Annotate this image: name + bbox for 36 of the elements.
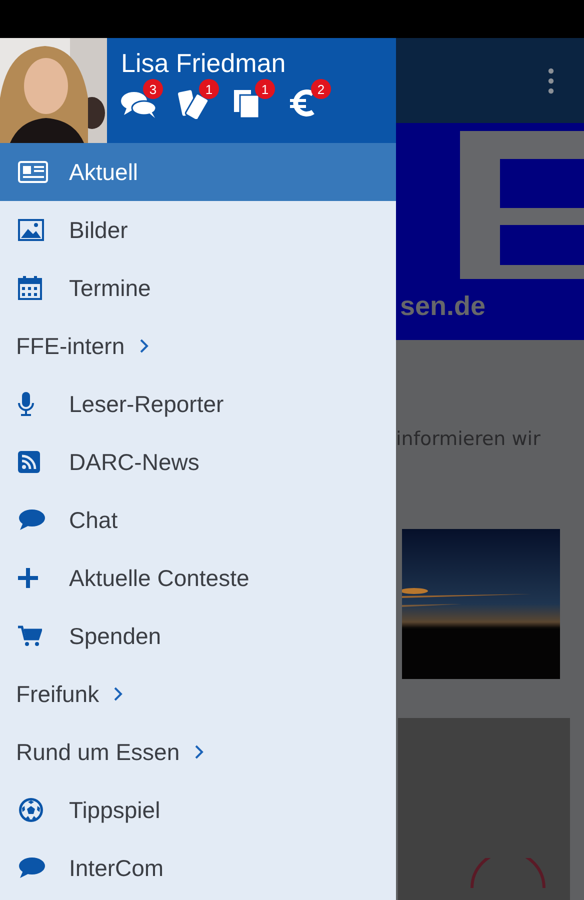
menu-item[interactable]: DARC-News: [0, 433, 396, 491]
chevron-right-icon: [138, 338, 149, 354]
soccer-ball-icon: [18, 797, 44, 823]
menu-item[interactable]: Bilder: [0, 201, 396, 259]
plus-icon: [18, 568, 38, 588]
newspaper-icon: [18, 161, 48, 183]
menu-item[interactable]: Aktuell: [0, 143, 396, 201]
menu-item[interactable]: Tippspiel: [0, 781, 396, 839]
count-badge: 1: [255, 79, 275, 99]
menu-item[interactable]: Spenden: [0, 607, 396, 665]
chat-bubble-icon: [18, 509, 46, 531]
copy-icon: [233, 87, 261, 119]
euro-icon: [289, 87, 317, 119]
rss-icon: [18, 451, 40, 473]
letter-logo-icon: [460, 131, 584, 279]
menu-section[interactable]: FFE-intern: [0, 317, 396, 375]
cart-icon: [18, 625, 42, 647]
count-badge: 2: [311, 79, 331, 99]
menu-item[interactable]: Leser-Reporter: [0, 375, 396, 433]
more-icon[interactable]: [548, 68, 554, 94]
menu-item[interactable]: Chat: [0, 491, 396, 549]
menu-section[interactable]: Rund um Essen: [0, 723, 396, 781]
count-badge: 3: [143, 79, 163, 99]
chevron-right-icon: [194, 744, 204, 760]
user-name: Lisa Friedman: [121, 48, 287, 79]
calendar-icon: [18, 276, 42, 300]
chat-bubble-icon: [18, 857, 46, 879]
menu-item[interactable]: Aktuelle Conteste: [0, 549, 396, 607]
menu-item[interactable]: InterCom: [0, 839, 396, 897]
menu-item[interactable]: Termine: [0, 259, 396, 317]
microphone-icon: [18, 391, 34, 417]
menu-section[interactable]: Freifunk: [0, 665, 396, 723]
banner-text: sen.de: [400, 291, 486, 322]
image-icon: [18, 219, 44, 241]
count-badge: 1: [199, 79, 219, 99]
chevron-right-icon: [113, 686, 124, 702]
